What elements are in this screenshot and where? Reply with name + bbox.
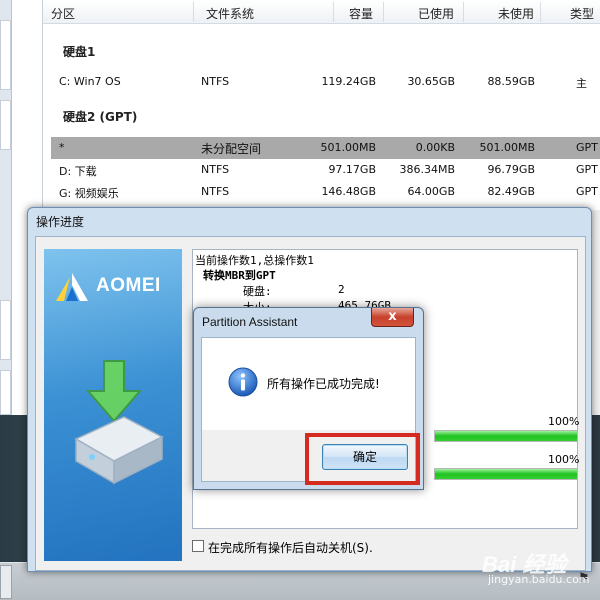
column-filesystem[interactable]: 文件系统 [206, 5, 254, 22]
log-line: 当前操作数1,总操作数1 [195, 254, 314, 267]
progress-bar [434, 468, 578, 480]
progress-bar-fill [435, 431, 577, 441]
progress-percent: 100% [548, 453, 580, 466]
dialog-title: Partition Assistant [202, 315, 298, 329]
partition-free: 82.49GB [487, 185, 535, 198]
brand-panel: AOMEI [44, 249, 182, 561]
partition-name: * [59, 141, 65, 154]
partition-filesystem: NTFS [201, 75, 230, 88]
column-partition[interactable]: 分区 [51, 5, 75, 22]
partition-row[interactable]: G: 视频娱乐 NTFS 146.48GB 64.00GB 82.49GB GP… [51, 181, 600, 203]
partition-filesystem: NTFS [201, 185, 230, 198]
partition-capacity: 119.24GB [321, 75, 376, 88]
disk-label: 硬盘2 (GPT) [63, 110, 138, 124]
brand-logo-text: AOMEI [96, 275, 161, 296]
progress-percent: 100% [548, 415, 580, 428]
info-icon [228, 367, 258, 397]
partition-type: GPT [576, 185, 598, 198]
partition-name: C: Win7 OS [59, 75, 121, 88]
log-line: 转换MBR到GPT [203, 269, 276, 282]
aomei-logo-icon [56, 273, 88, 301]
partition-name: D: 下载 [59, 165, 97, 178]
column-capacity[interactable]: 容量 [349, 5, 373, 22]
partition-filesystem: NTFS [201, 163, 230, 176]
partition-type: GPT [576, 163, 598, 176]
partition-row-selected[interactable]: * 未分配空间 501.00MB 0.00KB 501.00MB GPT [51, 137, 600, 159]
left-panel-box [0, 300, 11, 360]
column-divider [383, 2, 384, 22]
partition-used: 0.00KB [415, 141, 455, 154]
left-panel-box [0, 370, 11, 415]
partition-used: 64.00GB [407, 185, 455, 198]
log-key: 硬盘: [243, 285, 272, 298]
partition-name: G: 视频娱乐 [59, 187, 119, 200]
column-header: 分区 文件系统 容量 已使用 未使用 类型 [43, 0, 600, 24]
column-used[interactable]: 已使用 [418, 5, 454, 22]
left-panel [0, 0, 12, 420]
auto-shutdown-checkbox[interactable] [192, 540, 204, 552]
column-divider [540, 2, 541, 22]
dialog-message: 所有操作已成功完成! [267, 377, 380, 391]
hard-drive-icon [74, 360, 164, 485]
partition-capacity: 501.00MB [320, 141, 376, 154]
partition-type: 主 [576, 77, 587, 90]
progress-window-title: 操作进度 [36, 215, 85, 229]
partition-row[interactable]: C: Win7 OS NTFS 119.24GB 30.65GB 88.59GB… [51, 71, 600, 93]
progress-bar [434, 430, 578, 442]
partition-row[interactable]: D: 下载 NTFS 97.17GB 386.34MB 96.79GB GPT [51, 159, 600, 181]
partition-type: GPT [576, 141, 598, 154]
taskbar-button[interactable] [0, 565, 12, 599]
log-value: 2 [338, 283, 345, 296]
partition-filesystem: 未分配空间 [201, 142, 262, 156]
column-type[interactable]: 类型 [570, 5, 594, 22]
annotation-highlight-box [305, 433, 420, 485]
watermark-url: jingyan.baidu.com [488, 573, 590, 586]
left-panel-box [0, 20, 11, 90]
column-divider [333, 2, 334, 22]
column-divider [193, 2, 194, 22]
disk-label: 硬盘1 [63, 45, 96, 59]
column-free[interactable]: 未使用 [498, 5, 534, 22]
auto-shutdown-label: 在完成所有操作后自动关机(S). [208, 541, 373, 555]
dialog-content: 所有操作已成功完成! [202, 338, 415, 430]
partition-free: 96.79GB [487, 163, 535, 176]
progress-bar-fill [435, 469, 577, 479]
partition-capacity: 97.17GB [328, 163, 376, 176]
partition-free: 501.00MB [479, 141, 535, 154]
partition-used: 30.65GB [407, 75, 455, 88]
column-divider [463, 2, 464, 22]
left-panel-box [0, 100, 11, 150]
baidu-watermark: Bai 经验 jingyan.baidu.com [480, 547, 600, 595]
partition-free: 88.59GB [487, 75, 535, 88]
close-button[interactable]: x [371, 308, 414, 327]
partition-used: 386.34MB [399, 163, 455, 176]
partition-capacity: 146.48GB [321, 185, 376, 198]
